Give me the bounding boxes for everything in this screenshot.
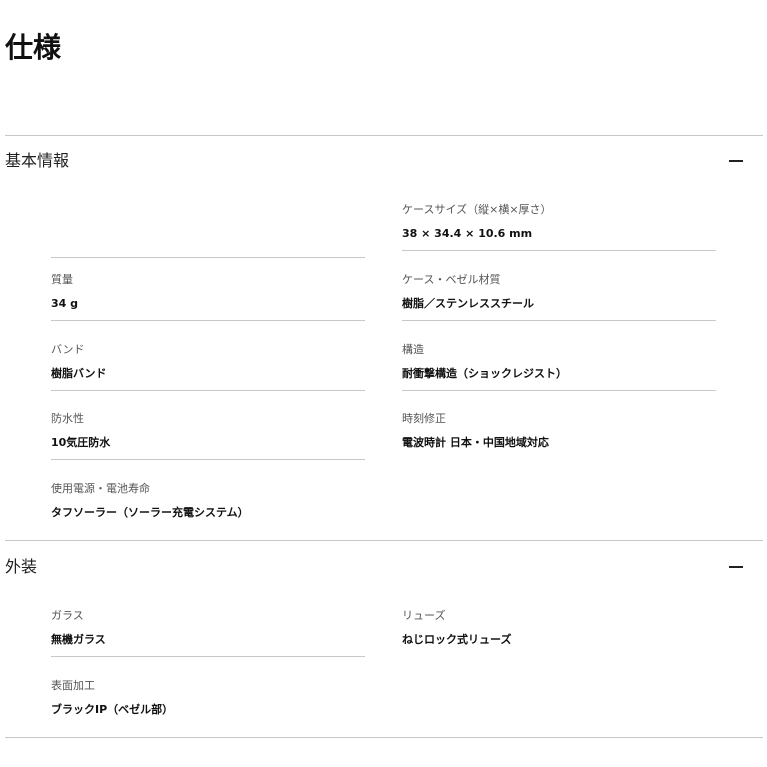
- spec-label: 時刻修正: [402, 412, 446, 425]
- spec-value: 無機ガラス: [51, 633, 106, 646]
- spec-divider: [51, 656, 365, 657]
- spec-value: タフソーラー（ソーラー充電システム）: [51, 506, 249, 519]
- spec-value: 耐衝撃構造（ショックレジスト）: [402, 367, 567, 380]
- page-title: 仕様: [5, 31, 62, 64]
- spec-value: 34 g: [51, 297, 79, 310]
- spec-value: 電波時計 日本・中国地域対応: [402, 436, 549, 449]
- spec-value: 10気圧防水: [51, 436, 111, 449]
- spec-surface-finish: 表面加工 ブラックIP（ベゼル部）: [51, 679, 365, 749]
- spec-label: 構造: [402, 343, 424, 356]
- spec-divider: [51, 390, 365, 391]
- spec-label: ガラス: [51, 609, 84, 622]
- spec-empty-slot: [51, 210, 365, 280]
- spec-divider: [402, 320, 716, 321]
- spec-divider: [402, 390, 716, 391]
- section-divider: [5, 737, 763, 738]
- spec-label: ケース・ベゼル材質: [402, 273, 501, 286]
- spec-value: ねじロック式リューズ: [402, 633, 512, 646]
- spec-label: 表面加工: [51, 679, 95, 692]
- spec-weight: 質量 34 g: [51, 273, 365, 343]
- spec-divider: [402, 250, 716, 251]
- spec-band: バンド 樹脂バンド: [51, 343, 365, 413]
- spec-label: 質量: [51, 273, 73, 286]
- spec-case-bezel-material: ケース・ベゼル材質 樹脂／ステンレススチール: [402, 273, 716, 343]
- spec-structure: 構造 耐衝撃構造（ショックレジスト）: [402, 343, 716, 413]
- section-title: 外装: [5, 557, 38, 576]
- spec-divider: [51, 320, 365, 321]
- spec-case-size: ケースサイズ（縦×横×厚さ） 38 × 34.4 × 10.6 mm: [402, 203, 716, 273]
- spec-label: 使用電源・電池寿命: [51, 482, 150, 495]
- minus-icon[interactable]: [729, 554, 743, 580]
- spec-water-resistance: 防水性 10気圧防水: [51, 412, 365, 482]
- spec-glass: ガラス 無機ガラス: [51, 609, 365, 679]
- spec-divider: [51, 459, 365, 460]
- minus-icon[interactable]: [729, 148, 743, 174]
- spec-value: 樹脂／ステンレススチール: [402, 297, 534, 310]
- spec-label: リューズ: [402, 609, 446, 622]
- section-header-basic-info[interactable]: 基本情報: [5, 148, 763, 174]
- spec-time-adjustment: 時刻修正 電波時計 日本・中国地域対応: [402, 412, 716, 482]
- spec-value: ブラックIP（ベゼル部）: [51, 703, 174, 716]
- spec-value: 38 × 34.4 × 10.6 mm: [402, 227, 533, 240]
- section-divider: [5, 540, 763, 541]
- spec-divider: [51, 257, 365, 258]
- spec-label: ケースサイズ（縦×横×厚さ）: [402, 203, 552, 216]
- section-title: 基本情報: [5, 151, 70, 170]
- section-header-exterior[interactable]: 外装: [5, 554, 763, 580]
- spec-crown: リューズ ねじロック式リューズ: [402, 609, 716, 679]
- spec-label: バンド: [51, 343, 85, 356]
- spec-label: 防水性: [51, 412, 84, 425]
- section-divider: [5, 135, 763, 136]
- spec-value: 樹脂バンド: [51, 367, 107, 380]
- spec-power-battery: 使用電源・電池寿命 タフソーラー（ソーラー充電システム）: [51, 482, 365, 552]
